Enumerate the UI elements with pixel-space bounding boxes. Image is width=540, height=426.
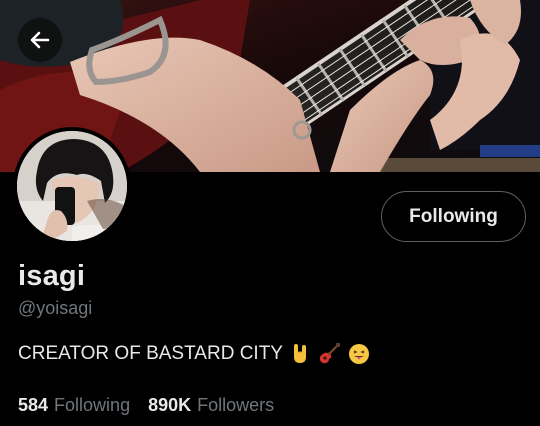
back-button[interactable] — [18, 18, 62, 62]
avatar-image — [17, 131, 127, 241]
user-handle: @yoisagi — [18, 298, 93, 318]
avatar[interactable] — [13, 127, 131, 245]
profile-bio: CREATOR OF BASTARD CITY — [18, 342, 371, 366]
guitar-emoji — [317, 342, 341, 366]
following-button[interactable]: Following — [381, 191, 526, 242]
following-count: 584 — [18, 395, 49, 415]
follow-stats: 584 Following 890K Followers — [18, 395, 274, 416]
following-label: Following — [54, 395, 131, 415]
winking-tongue-face-emoji — [347, 342, 371, 366]
followers-count-link[interactable]: 890K Followers — [148, 395, 274, 416]
following-count-link[interactable]: 584 Following — [18, 395, 130, 416]
display-name: isagi — [18, 260, 86, 292]
sign-of-the-horns-emoji — [289, 343, 311, 365]
followers-label: Followers — [197, 395, 275, 415]
back-arrow-icon — [30, 31, 50, 49]
following-button-label: Following — [409, 205, 498, 227]
bio-text: CREATOR OF BASTARD CITY — [18, 343, 283, 364]
followers-count: 890K — [148, 395, 192, 415]
